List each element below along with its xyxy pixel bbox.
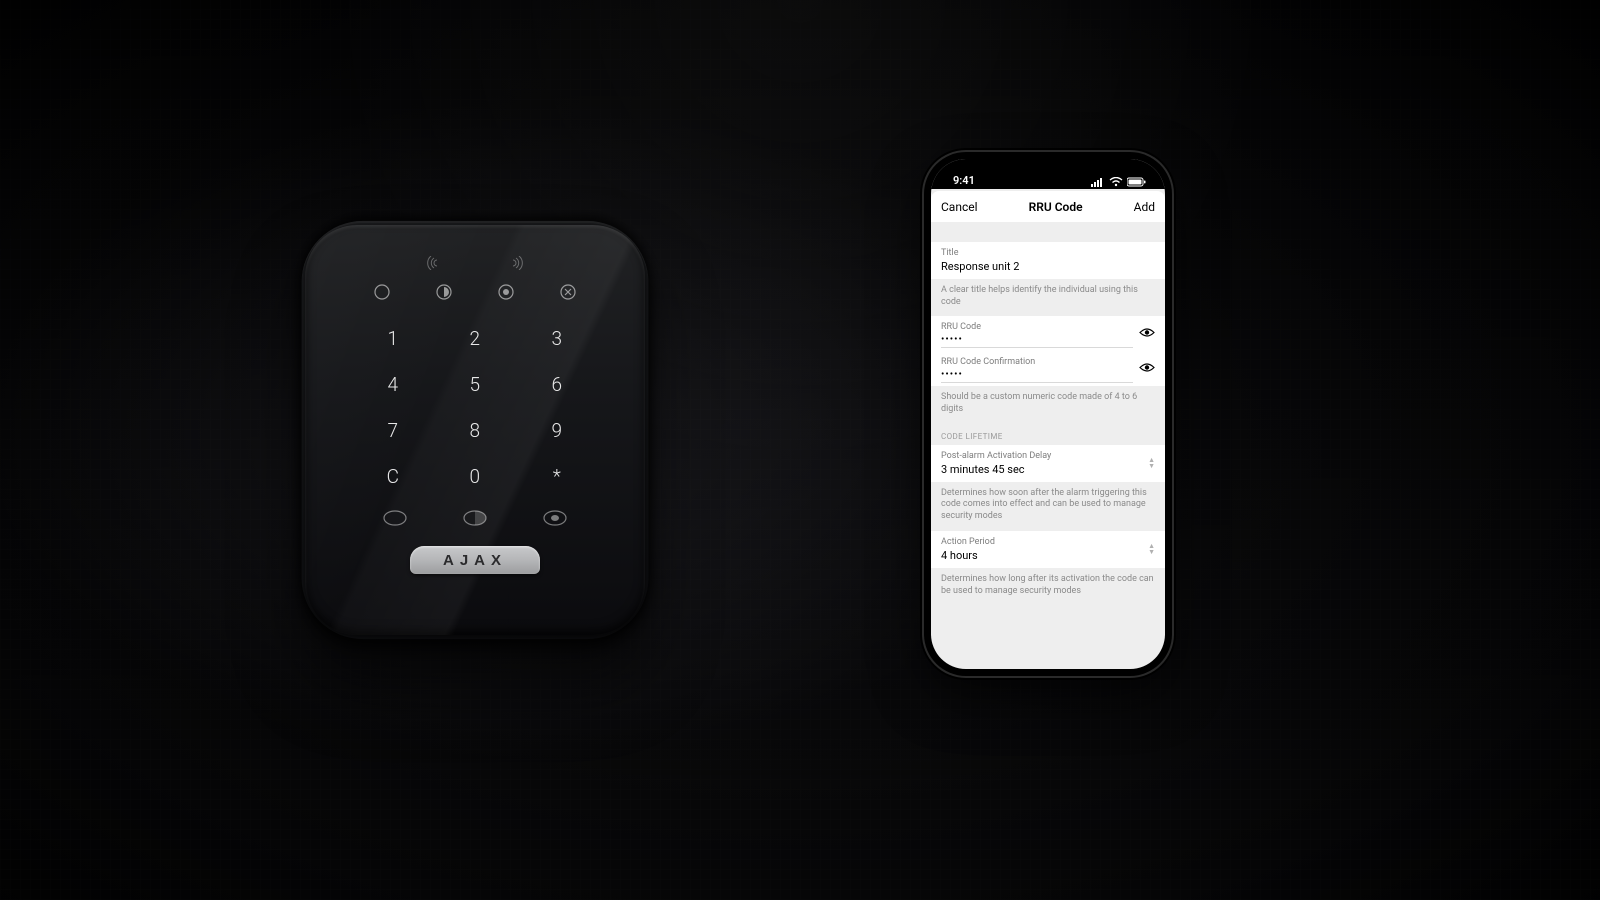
title-field[interactable]: Title Response unit 2 (931, 242, 1165, 279)
sheet-title: RRU Code (1029, 200, 1083, 214)
rru-code-label: RRU Code (941, 322, 1155, 332)
keypad-mode-disarm-icon[interactable] (383, 510, 407, 530)
keypad-key-8[interactable]: 8 (435, 408, 515, 452)
keypad-key-3[interactable]: 3 (517, 316, 597, 360)
battery-icon (1127, 177, 1147, 187)
action-period-helper: Determines how long after its activation… (931, 568, 1165, 605)
activation-delay-value: 3 minutes 45 sec (941, 463, 1155, 476)
keypad-device: 1 2 3 4 5 6 7 8 9 C 0 * AJAX (305, 225, 645, 635)
title-helper: A clear title helps identify the individ… (931, 279, 1165, 316)
phone-screen: 9:41 Cancel RRU Code Add (931, 159, 1165, 669)
action-period-label: Action Period (941, 537, 1155, 547)
code-helper: Should be a custom numeric code made of … (931, 386, 1165, 423)
rru-code-confirm-label: RRU Code Confirmation (941, 357, 1155, 367)
wifi-icon (1109, 177, 1123, 187)
rru-code-confirm-field[interactable]: RRU Code Confirmation ••••• (931, 351, 1165, 386)
title-label: Title (941, 248, 1155, 258)
sheet-header: Cancel RRU Code Add (931, 191, 1165, 222)
keypad-key-5[interactable]: 5 (435, 362, 515, 406)
rru-code-confirm-value: ••••• (941, 369, 1155, 380)
selector-arrows-icon: ▲▼ (1148, 543, 1155, 555)
status-arm-icon (436, 284, 452, 300)
rfid-right-icon (502, 255, 524, 274)
code-lifetime-header: CODE LIFETIME (931, 424, 1165, 445)
rru-code-value: ••••• (941, 334, 1155, 345)
action-period-value: 4 hours (941, 549, 1155, 562)
keypad-key-7[interactable]: 7 (353, 408, 433, 452)
add-button[interactable]: Add (1134, 200, 1155, 214)
status-fault-icon (560, 284, 576, 300)
phone-notch (993, 159, 1103, 181)
keypad-key-clear[interactable]: C (353, 454, 433, 498)
keypad-key-6[interactable]: 6 (517, 362, 597, 406)
keypad-key-1[interactable]: 1 (353, 316, 433, 360)
activation-delay-field[interactable]: Post-alarm Activation Delay 3 minutes 45… (931, 445, 1165, 482)
cancel-button[interactable]: Cancel (941, 200, 978, 214)
title-value: Response unit 2 (941, 260, 1155, 273)
status-disarm-icon (374, 284, 390, 300)
activation-delay-label: Post-alarm Activation Delay (941, 451, 1155, 461)
show-confirm-eye-icon[interactable] (1139, 361, 1155, 376)
keypad-key-star[interactable]: * (517, 454, 597, 498)
keypad-mode-partial-icon[interactable] (463, 510, 487, 530)
activation-delay-helper: Determines how soon after the alarm trig… (931, 482, 1165, 531)
background-texture (0, 0, 1600, 900)
status-time: 9:41 (953, 174, 975, 187)
keypad-mode-arm-icon[interactable] (543, 510, 567, 530)
keypad-brand-badge: AJAX (410, 546, 540, 574)
action-period-field[interactable]: Action Period 4 hours ▲▼ (931, 531, 1165, 568)
rru-code-field[interactable]: RRU Code ••••• (931, 316, 1165, 351)
phone-device: 9:41 Cancel RRU Code Add (924, 152, 1172, 676)
selector-arrows-icon: ▲▼ (1148, 457, 1155, 469)
rfid-left-icon (426, 255, 448, 274)
keypad-key-9[interactable]: 9 (517, 408, 597, 452)
keypad-key-2[interactable]: 2 (435, 316, 515, 360)
keypad-key-4[interactable]: 4 (353, 362, 433, 406)
keypad-brand-label: AJAX (443, 552, 507, 569)
show-code-eye-icon[interactable] (1139, 326, 1155, 341)
keypad-key-0[interactable]: 0 (435, 454, 515, 498)
status-night-icon (498, 284, 514, 300)
